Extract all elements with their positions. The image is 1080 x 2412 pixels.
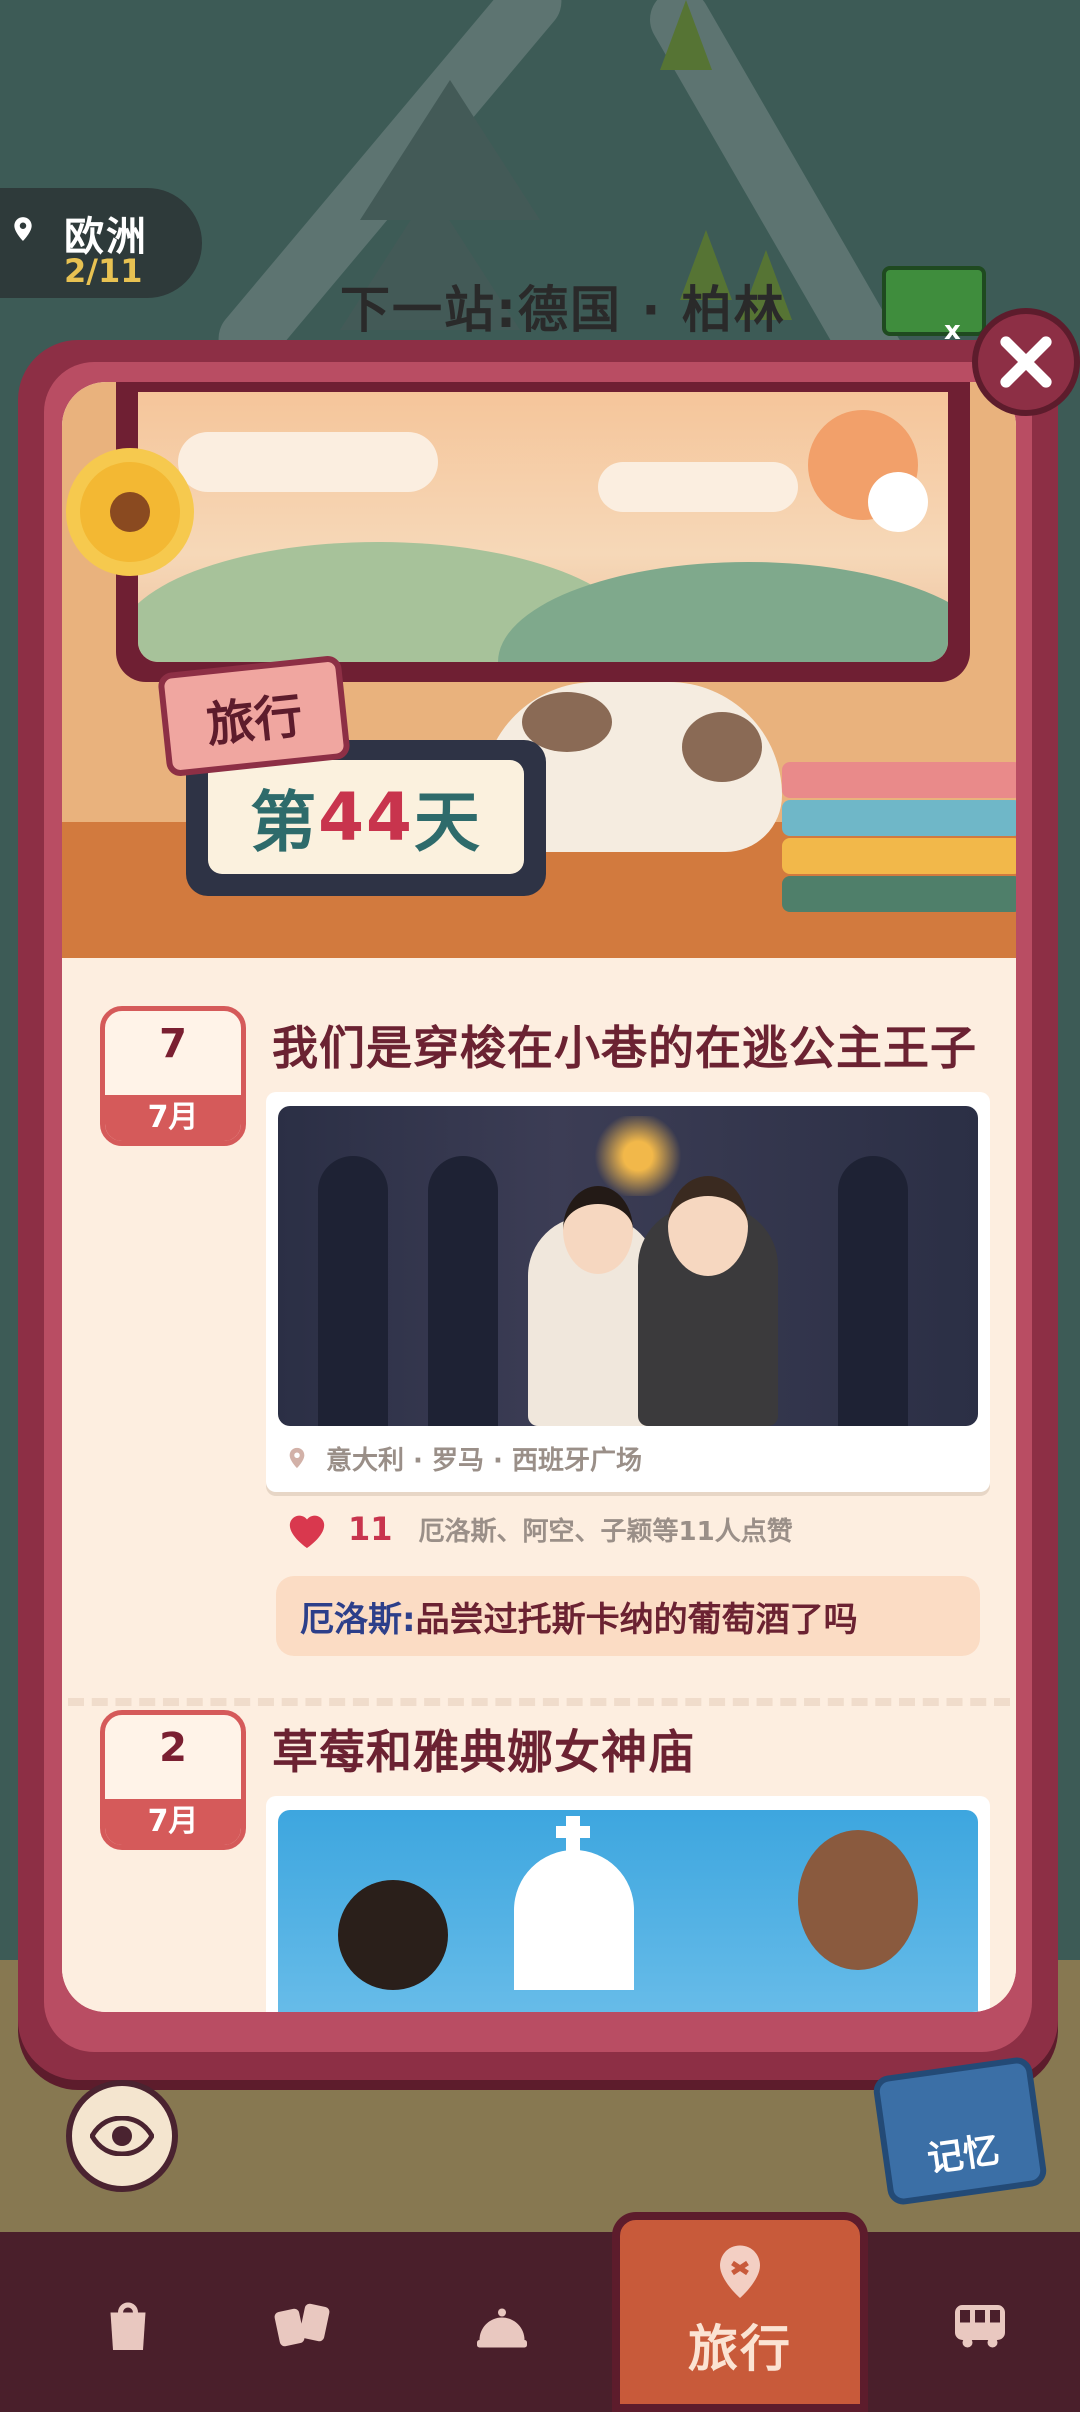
journal-panel: 旅行 第 44 天 7 7月 我们是穿梭在小巷的在逃公主王子 意大利 · 罗马 …: [62, 382, 1016, 2012]
day-number: 44: [318, 778, 414, 856]
eye-icon: [90, 2116, 154, 2156]
location-text: 意大利 · 罗马 · 西班牙广场: [326, 1445, 642, 1476]
nav-travel[interactable]: 旅行: [612, 2212, 868, 2412]
nav-cards[interactable]: [212, 2250, 392, 2400]
entry-photo[interactable]: [278, 1106, 978, 1426]
nav-service[interactable]: [412, 2250, 592, 2400]
journal-feed[interactable]: 7 7月 我们是穿梭在小巷的在逃公主王子 意大利 · 罗马 · 西班牙广场 11…: [62, 958, 1016, 2012]
service-bell-icon: [477, 2308, 527, 2348]
entry-location: 意大利 · 罗马 · 西班牙广场: [286, 1438, 642, 1478]
nav-travel-label: 旅行: [688, 2320, 792, 2378]
entry-title: 草莓和雅典娜女神庙: [272, 1725, 695, 1779]
date-day: 7: [159, 1021, 187, 1067]
comment-author: 厄洛斯:: [300, 1599, 416, 1640]
day-suffix: 天: [413, 784, 482, 861]
bag-icon: [110, 2302, 146, 2350]
location-pin-icon: [289, 1447, 305, 1469]
entry-title: 我们是穿梭在小巷的在逃公主王子: [272, 1021, 977, 1075]
books-illustration: [782, 762, 1016, 922]
cash-icon: [882, 266, 986, 336]
cards-icon: [274, 2303, 330, 2347]
nav-bus[interactable]: [890, 2250, 1070, 2400]
heart-icon[interactable]: [284, 1508, 330, 1550]
location-pin-icon: [14, 217, 32, 241]
date-badge: 2 7月: [100, 1710, 246, 1850]
date-month: 7月: [105, 1095, 241, 1141]
bottom-nav: 旅行: [0, 2212, 1080, 2412]
sunflower-icon: [80, 462, 180, 562]
comment-bubble[interactable]: 厄洛斯: 品尝过托斯卡纳的葡萄酒了吗: [276, 1576, 980, 1656]
photo-card[interactable]: 意大利 · 罗马 · 西班牙广场: [266, 1092, 990, 1492]
day-prefix: 第: [250, 784, 319, 861]
like-count: 11: [348, 1510, 393, 1548]
view-toggle-button[interactable]: [66, 2080, 178, 2192]
entry-divider: [68, 1698, 1010, 1706]
date-badge: 7 7月: [100, 1006, 246, 1146]
memory-button[interactable]: 记忆: [871, 2055, 1049, 2207]
entry-photo[interactable]: [278, 1810, 978, 2012]
close-button[interactable]: [972, 308, 1080, 416]
date-month: 7月: [105, 1799, 241, 1845]
region-badge[interactable]: 欧洲 2/11: [0, 188, 202, 298]
likers-text: 厄洛斯、阿空、子颖等11人点赞: [418, 1516, 793, 1547]
region-progress: 2/11: [64, 252, 143, 290]
likes-row[interactable]: 11 厄洛斯、阿空、子颖等11人点赞: [284, 1508, 793, 1550]
close-icon: [1000, 336, 1052, 388]
next-stop-label: 下一站:德国 · 柏林: [340, 281, 786, 339]
map-pin-icon: [720, 2245, 760, 2298]
bus-icon: [955, 2305, 1005, 2348]
journal-header-illustration: 旅行 第 44 天: [62, 382, 1016, 958]
nav-bag[interactable]: [38, 2250, 218, 2400]
photo-card[interactable]: [266, 1796, 990, 2012]
travel-tag: 旅行: [157, 654, 351, 778]
comment-text: 品尝过托斯卡纳的葡萄酒了吗: [415, 1599, 858, 1640]
date-day: 2: [159, 1725, 187, 1771]
